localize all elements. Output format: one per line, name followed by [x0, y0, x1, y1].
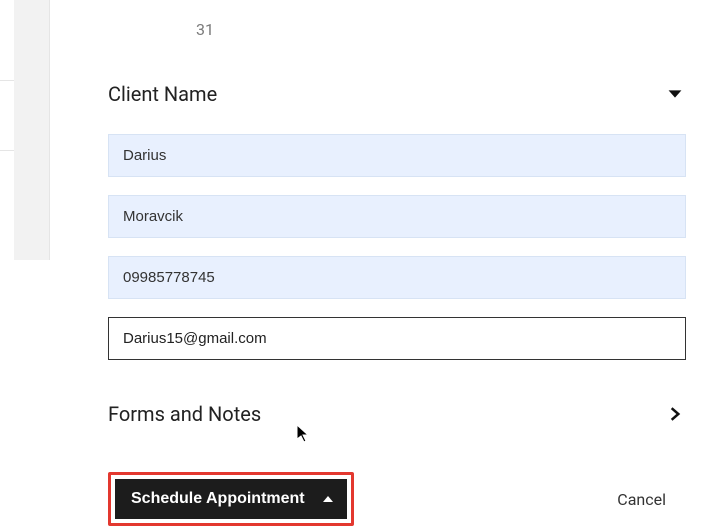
chevron-right-icon [664, 403, 686, 425]
chevron-down-icon [664, 83, 686, 105]
calendar-sidebar-fragment [14, 0, 50, 260]
forms-notes-label: Forms and Notes [108, 402, 261, 426]
first-name-input[interactable] [108, 134, 686, 177]
calendar-day[interactable]: 31 [196, 20, 214, 39]
appointment-panel: 31 Client Name Forms and Notes Schedule … [68, 0, 726, 500]
client-fields [108, 134, 686, 378]
cancel-button[interactable]: Cancel [617, 490, 666, 509]
footer-actions: Schedule Appointment Cancel [108, 472, 686, 526]
last-name-input[interactable] [108, 195, 686, 238]
schedule-appointment-label: Schedule Appointment [131, 490, 305, 508]
schedule-appointment-button[interactable]: Schedule Appointment [115, 479, 347, 519]
forms-notes-section-header[interactable]: Forms and Notes [108, 402, 686, 426]
client-name-label: Client Name [108, 82, 217, 106]
caret-up-icon [323, 496, 333, 502]
schedule-highlight: Schedule Appointment [108, 472, 354, 526]
email-input[interactable] [108, 317, 686, 360]
client-name-section-header[interactable]: Client Name [108, 82, 686, 106]
phone-input[interactable] [108, 256, 686, 299]
